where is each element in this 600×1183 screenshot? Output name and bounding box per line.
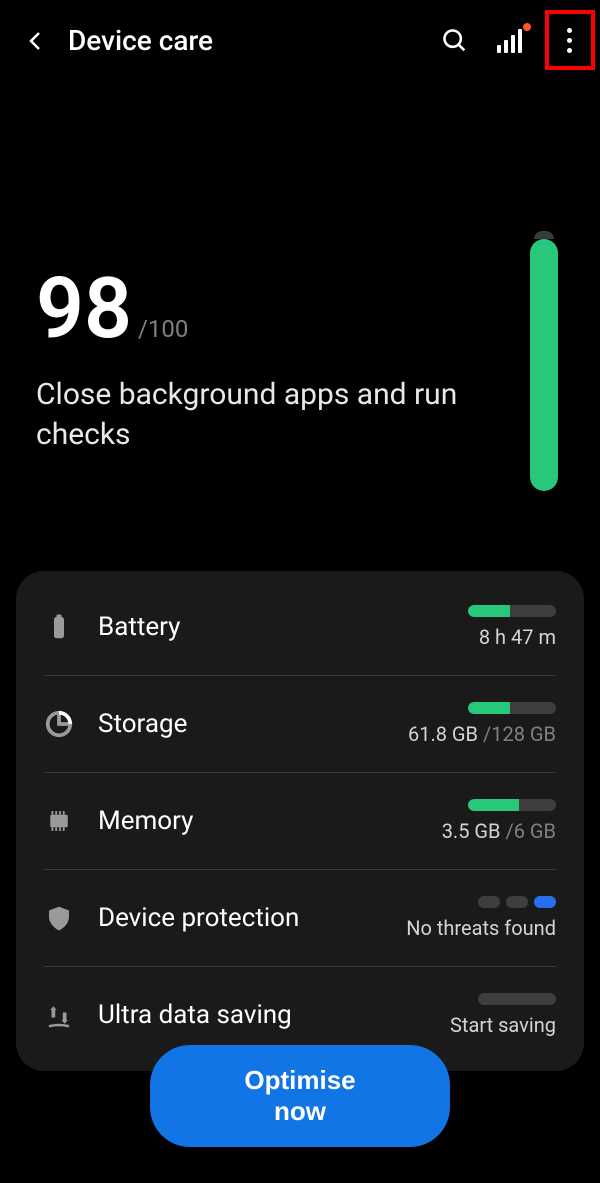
memory-row[interactable]: Memory 3.5 GB /6 GB: [44, 773, 556, 870]
header-actions: [441, 20, 576, 61]
battery-label: Battery: [98, 612, 444, 642]
memory-used: 3.5 GB: [442, 819, 506, 843]
protection-value: No threats found: [406, 896, 556, 940]
ultradata-label: Ultra data saving: [98, 1000, 426, 1030]
page-title: Device care: [68, 24, 421, 57]
score-tip: Close background apps and run checks: [36, 375, 510, 456]
shield-icon: [44, 903, 74, 933]
memory-icon: [44, 806, 74, 836]
back-icon[interactable]: [24, 29, 48, 53]
header: Device care: [0, 0, 600, 81]
storage-progress: [468, 702, 510, 714]
memory-total: /6 GB: [505, 819, 556, 843]
storage-row[interactable]: Storage 61.8 GB /128 GB: [44, 676, 556, 773]
signal-icon[interactable]: [497, 29, 525, 53]
ultradata-status: Start saving: [450, 1013, 556, 1037]
memory-label: Memory: [98, 806, 418, 836]
protection-status: No threats found: [406, 916, 556, 940]
storage-total: /128 GB: [483, 722, 556, 746]
data-saving-icon: [44, 1000, 74, 1030]
optimize-button[interactable]: Optimise now: [150, 1045, 450, 1147]
storage-used: 61.8 GB: [408, 722, 483, 746]
score-section: 98 /100 Close background apps and run ch…: [0, 81, 600, 531]
ultradata-indicator: [478, 993, 556, 1005]
battery-progress: [468, 605, 510, 617]
protection-row[interactable]: Device protection No threats found: [44, 870, 556, 967]
device-stats-card: Battery 8 h 47 m Storage 61.8 GB /128 GB…: [16, 571, 584, 1071]
storage-label: Storage: [98, 709, 384, 739]
battery-row[interactable]: Battery 8 h 47 m: [44, 579, 556, 676]
storage-icon: [44, 709, 74, 739]
battery-icon: [44, 612, 74, 642]
battery-value: 8 h 47 m: [468, 605, 556, 649]
more-menu-button[interactable]: [553, 20, 586, 61]
score-value: 98: [36, 267, 132, 351]
score-text: 98 /100 Close background apps and run ch…: [36, 267, 510, 456]
memory-value: 3.5 GB /6 GB: [442, 799, 556, 843]
score-bar: [530, 231, 558, 491]
search-icon[interactable]: [441, 27, 469, 55]
ultradata-value: Start saving: [450, 993, 556, 1037]
protection-label: Device protection: [98, 903, 382, 933]
storage-value: 61.8 GB /128 GB: [408, 702, 556, 746]
protection-indicator: [478, 896, 556, 908]
score-max: /100: [138, 315, 188, 343]
memory-progress: [468, 799, 519, 811]
battery-time: 8 h 47 m: [479, 625, 556, 649]
annotation-highlight: [545, 10, 595, 70]
notification-dot: [523, 23, 531, 31]
